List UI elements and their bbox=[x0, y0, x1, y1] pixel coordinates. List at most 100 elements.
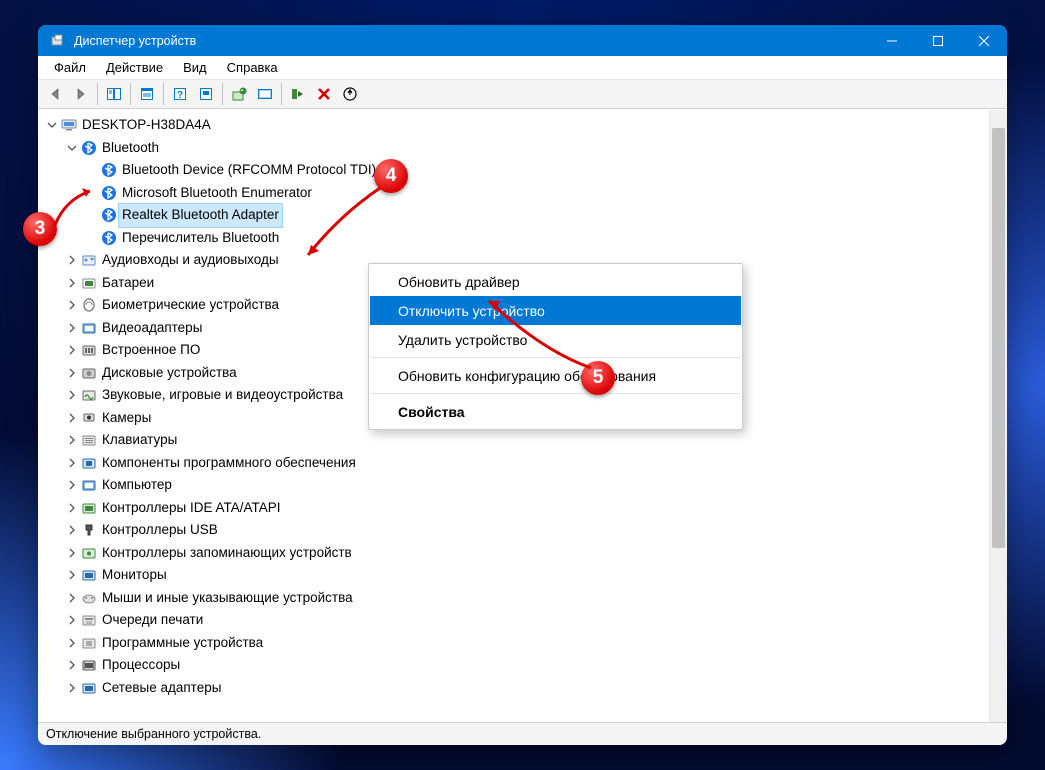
ctx-scan-hardware[interactable]: Обновить конфигурацию оборудования bbox=[370, 361, 741, 390]
twisty-icon[interactable] bbox=[64, 657, 80, 673]
app-icon bbox=[50, 33, 66, 49]
tree-device-bluetooth[interactable]: Realtek Bluetooth Adapter bbox=[38, 204, 989, 227]
toolbar-separator bbox=[281, 83, 282, 105]
uninstall-device-button[interactable] bbox=[338, 82, 362, 106]
tree-category[interactable]: Мыши и иные указывающие устройства bbox=[38, 587, 989, 610]
twisty-icon[interactable] bbox=[64, 297, 80, 313]
category-icon bbox=[80, 567, 97, 584]
scrollbar-thumb[interactable] bbox=[992, 128, 1005, 548]
tree-category[interactable]: Очереди печати bbox=[38, 609, 989, 632]
tree-device-bluetooth[interactable]: Microsoft Bluetooth Enumerator bbox=[38, 182, 989, 205]
tree-category[interactable]: Клавиатуры bbox=[38, 429, 989, 452]
category-label: Батареи bbox=[102, 272, 154, 295]
twisty-icon[interactable] bbox=[64, 500, 80, 516]
twisty-icon[interactable] bbox=[64, 410, 80, 426]
category-icon bbox=[80, 657, 97, 674]
vertical-scrollbar[interactable] bbox=[989, 110, 1007, 722]
ctx-update-driver[interactable]: Обновить драйвер bbox=[370, 267, 741, 296]
menu-help[interactable]: Справка bbox=[217, 58, 288, 77]
ctx-properties[interactable]: Свойства bbox=[370, 397, 741, 426]
twisty-icon[interactable] bbox=[44, 117, 60, 133]
twisty-icon[interactable] bbox=[64, 477, 80, 493]
help-button[interactable]: ? bbox=[168, 82, 192, 106]
context-menu: Обновить драйвер Отключить устройство Уд… bbox=[368, 263, 743, 430]
ctx-uninstall-device[interactable]: Удалить устройство bbox=[370, 325, 741, 354]
category-label: Звуковые, игровые и видеоустройства bbox=[102, 384, 343, 407]
tree-category[interactable]: Процессоры bbox=[38, 654, 989, 677]
twisty-icon[interactable] bbox=[64, 342, 80, 358]
tree-category-bluetooth[interactable]: Bluetooth bbox=[38, 137, 989, 160]
menu-file[interactable]: Файл bbox=[44, 58, 96, 77]
tree-category[interactable]: Контроллеры IDE ATA/ATAPI bbox=[38, 497, 989, 520]
tree-category[interactable]: Контроллеры запоминающих устройств bbox=[38, 542, 989, 565]
twisty-icon[interactable] bbox=[64, 320, 80, 336]
category-icon bbox=[80, 454, 97, 471]
back-button[interactable] bbox=[43, 82, 67, 106]
category-icon bbox=[80, 522, 97, 539]
toolbar: ? bbox=[38, 80, 1007, 109]
category-label: Биометрические устройства bbox=[102, 294, 279, 317]
twisty-icon[interactable] bbox=[64, 545, 80, 561]
window-title: Диспетчер устройств bbox=[74, 34, 869, 48]
properties-button[interactable] bbox=[135, 82, 159, 106]
category-label: Контроллеры IDE ATA/ATAPI bbox=[102, 497, 280, 520]
twisty-icon[interactable] bbox=[64, 455, 80, 471]
fade-overlay bbox=[38, 696, 972, 722]
toolbar-separator bbox=[222, 83, 223, 105]
root-label: DESKTOP-H38DA4A bbox=[82, 114, 211, 137]
scan-button[interactable] bbox=[253, 82, 277, 106]
device-manager-window: Диспетчер устройств Файл Действие Вид Сп… bbox=[38, 25, 1007, 745]
tree-category[interactable]: Контроллеры USB bbox=[38, 519, 989, 542]
tree-category[interactable]: Программные устройства bbox=[38, 632, 989, 655]
twisty-icon[interactable] bbox=[64, 140, 80, 156]
status-text: Отключение выбранного устройства. bbox=[46, 727, 261, 741]
twisty-icon[interactable] bbox=[64, 612, 80, 628]
tree-category[interactable]: Мониторы bbox=[38, 564, 989, 587]
ctx-disable-device[interactable]: Отключить устройство bbox=[370, 296, 741, 325]
toolbar-separator bbox=[97, 83, 98, 105]
update-driver-button[interactable] bbox=[227, 82, 251, 106]
show-hide-tree-button[interactable] bbox=[102, 82, 126, 106]
tree-category[interactable]: Компьютер bbox=[38, 474, 989, 497]
category-icon bbox=[80, 477, 97, 494]
twisty-icon[interactable] bbox=[64, 432, 80, 448]
twisty-icon[interactable] bbox=[64, 365, 80, 381]
category-icon bbox=[80, 544, 97, 561]
tree-device-bluetooth[interactable]: Перечислитель Bluetooth bbox=[38, 227, 989, 250]
scan-hardware-button[interactable] bbox=[194, 82, 218, 106]
bluetooth-icon bbox=[100, 184, 117, 201]
tree-category[interactable]: Компоненты программного обеспечения bbox=[38, 452, 989, 475]
minimize-button[interactable] bbox=[869, 25, 915, 56]
category-icon bbox=[80, 499, 97, 516]
enable-device-button[interactable] bbox=[286, 82, 310, 106]
category-label: Дисковые устройства bbox=[102, 362, 237, 385]
category-label: Камеры bbox=[102, 407, 151, 430]
category-label: Процессоры bbox=[102, 654, 180, 677]
tree-device-bluetooth[interactable]: Bluetooth Device (RFCOMM Protocol TDI) bbox=[38, 159, 989, 182]
forward-button[interactable] bbox=[69, 82, 93, 106]
disable-device-button[interactable] bbox=[312, 82, 336, 106]
tree-root[interactable]: DESKTOP-H38DA4A bbox=[38, 114, 989, 137]
menubar: Файл Действие Вид Справка bbox=[38, 56, 1007, 80]
close-button[interactable] bbox=[961, 25, 1007, 56]
titlebar[interactable]: Диспетчер устройств bbox=[38, 25, 1007, 56]
bluetooth-icon bbox=[100, 229, 117, 246]
twisty-icon[interactable] bbox=[64, 275, 80, 291]
twisty-icon[interactable] bbox=[64, 590, 80, 606]
category-label: Программные устройства bbox=[102, 632, 263, 655]
twisty-icon[interactable] bbox=[64, 252, 80, 268]
menu-view[interactable]: Вид bbox=[173, 58, 217, 77]
menu-action[interactable]: Действие bbox=[96, 58, 173, 77]
twisty-icon[interactable] bbox=[64, 387, 80, 403]
twisty-icon[interactable] bbox=[64, 680, 80, 696]
category-icon bbox=[80, 387, 97, 404]
computer-icon bbox=[60, 117, 77, 134]
maximize-button[interactable] bbox=[915, 25, 961, 56]
device-label: Bluetooth Device (RFCOMM Protocol TDI) bbox=[122, 159, 376, 182]
twisty-icon[interactable] bbox=[64, 567, 80, 583]
twisty-icon[interactable] bbox=[64, 635, 80, 651]
twisty-icon[interactable] bbox=[64, 522, 80, 538]
category-icon bbox=[80, 612, 97, 629]
category-label: Аудиовходы и аудиовыходы bbox=[102, 249, 279, 272]
category-icon bbox=[80, 252, 97, 269]
